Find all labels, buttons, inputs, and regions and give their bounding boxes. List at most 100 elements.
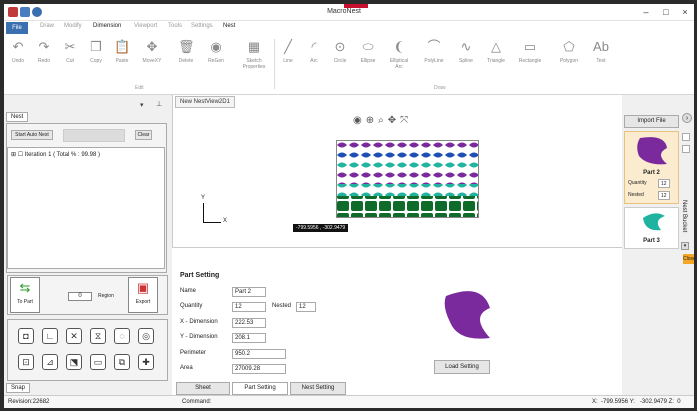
- arc-icon: ◜: [311, 39, 317, 54]
- area-field[interactable]: 27009.28: [232, 364, 286, 374]
- clear-button[interactable]: Clear: [135, 130, 152, 140]
- snap-endpoint-icon[interactable]: ◘: [18, 328, 34, 344]
- snap-quadrant-icon[interactable]: ◌: [114, 328, 130, 344]
- view-toolbar: ◉⊕⌕✥⤧: [353, 115, 412, 126]
- sketch-properties-button[interactable]: ▦ Sketch Properties: [237, 39, 271, 70]
- chevron-right-icon[interactable]: ›: [682, 113, 692, 123]
- part-2-nested[interactable]: 12: [658, 191, 670, 200]
- x-dimension-field[interactable]: 222.53: [232, 318, 266, 328]
- scroll-down-icon[interactable]: ▾: [681, 242, 689, 250]
- cursor-coordinate-tag: -799.5956 , -302.9479: [293, 224, 349, 232]
- command-label: Command:: [182, 399, 212, 405]
- start-auto-nest-button[interactable]: Start Auto Nest: [11, 130, 53, 140]
- menu-tools[interactable]: Tools: [168, 23, 182, 29]
- nest-view-canvas[interactable]: New NestView2D1 ◉⊕⌕✥⤧ -799.5956 , -302.9…: [172, 95, 622, 247]
- movexy-button[interactable]: ✥ MoveXY: [140, 39, 164, 64]
- orbit-icon[interactable]: ◉: [353, 115, 366, 126]
- part-row-teal-2: [336, 184, 479, 196]
- dropdown-icon[interactable]: ▾: [140, 101, 144, 109]
- nest-panel: ▾ ⊥ Nest Start Auto Nest Clear ⊞ ☐ Itera…: [4, 95, 172, 395]
- snap-grid-icon[interactable]: ✚: [138, 354, 154, 370]
- tab-snap[interactable]: Snap: [6, 383, 31, 393]
- spline-button[interactable]: ∿ Spline: [454, 39, 478, 64]
- maximize-icon[interactable]: □: [659, 7, 673, 17]
- regen-button[interactable]: ◉ ReGen: [204, 39, 228, 64]
- bucket-checkbox[interactable]: [682, 133, 690, 141]
- part-setting-title: Part Setting: [180, 272, 220, 279]
- paste-button[interactable]: 📋 Paste: [110, 39, 134, 64]
- cut-button[interactable]: ✂ Cut: [58, 39, 82, 64]
- info-icon[interactable]: [32, 7, 42, 17]
- tab-sheet[interactable]: Sheet: [176, 382, 230, 395]
- triangle-icon: △: [491, 39, 501, 54]
- menu-viewport[interactable]: Viewport: [134, 23, 157, 29]
- quantity-field[interactable]: 12: [232, 302, 266, 312]
- tab-nest[interactable]: Nest: [6, 112, 29, 122]
- rectangle-button[interactable]: ▭ Rectangle: [518, 39, 542, 64]
- zoom-icon[interactable]: ⌕: [378, 115, 388, 126]
- copy-button[interactable]: ❐ Copy: [84, 39, 108, 64]
- menu-dimension[interactable]: Dimension: [93, 23, 121, 29]
- export-button[interactable]: ▣ Export: [128, 277, 158, 313]
- tree-item-iteration[interactable]: ⊞ ☐ Iteration 1 ( Total % : 99.98 ): [11, 151, 100, 158]
- menu-draw[interactable]: Draw: [40, 23, 54, 29]
- pan-icon[interactable]: ✥: [388, 115, 400, 126]
- part-card-2[interactable]: Part 2 Quantity 12 Nested 12: [624, 131, 679, 204]
- circle-icon: ⊙: [334, 39, 346, 54]
- menu-file[interactable]: File: [6, 22, 28, 34]
- redo-button[interactable]: ↷ Redo: [32, 39, 56, 64]
- snap-grid: ◘ ∟ ✕ ⧖ ◌ ◎ ⊡ ⊿ ⬔ ▭ ⧉ ✚: [7, 319, 168, 381]
- menu-settings[interactable]: Settings: [191, 23, 213, 29]
- polygon-button[interactable]: ⬠ Polygon: [557, 39, 581, 64]
- elliptical-arc-button[interactable]: ❨ Elliptical Arc: [387, 39, 411, 70]
- nested-field[interactable]: 12: [296, 302, 316, 312]
- snap-node-icon[interactable]: ⊡: [18, 354, 34, 370]
- to-part-button[interactable]: ⇆ To Part: [10, 277, 40, 313]
- triangle-button[interactable]: △ Triangle: [484, 39, 508, 64]
- close-bucket-button[interactable]: Close: [683, 254, 694, 264]
- close-icon[interactable]: ×: [678, 7, 692, 17]
- snap-parallel-icon[interactable]: ⧉: [114, 354, 130, 370]
- nest-bucket-label: Nest Bucket: [681, 200, 687, 233]
- menu-nest[interactable]: Nest: [223, 23, 235, 29]
- snap-midpoint-icon[interactable]: ⧖: [90, 328, 106, 344]
- snap-center-icon[interactable]: ◎: [138, 328, 154, 344]
- part-card-3[interactable]: Part 3: [624, 207, 679, 249]
- name-field[interactable]: Part 2: [232, 287, 266, 297]
- tab-nest-setting[interactable]: Nest Setting: [290, 382, 346, 395]
- elliptical-arc-icon: ❨: [393, 39, 405, 54]
- polyline-button[interactable]: ⌒ PolyLine: [422, 39, 446, 64]
- circle-button[interactable]: ⊙ Circle: [328, 39, 352, 64]
- zoom-window-icon[interactable]: ⊕: [366, 115, 378, 126]
- snap-tangent-icon[interactable]: ⊿: [42, 354, 58, 370]
- menu-bar: File Draw Modify Dimension Viewport Tool…: [4, 21, 694, 35]
- ellipse-button[interactable]: ⬭ Ellipse: [356, 39, 380, 64]
- minimize-icon[interactable]: –: [639, 7, 653, 17]
- snap-intersection-icon[interactable]: ✕: [66, 328, 82, 344]
- perimeter-field[interactable]: 950.2: [232, 349, 286, 359]
- snap-nearest-icon[interactable]: ⬔: [66, 354, 82, 370]
- undo-button[interactable]: ↶ Undo: [6, 39, 30, 64]
- settings-icon[interactable]: [20, 7, 30, 17]
- part-2-quantity[interactable]: 12: [658, 179, 670, 188]
- arc-button[interactable]: ◜ Arc: [302, 39, 326, 64]
- pin-icon[interactable]: ⊥: [156, 100, 162, 108]
- text-button[interactable]: Ab Text: [589, 39, 613, 64]
- tab-document[interactable]: New NestView2D1: [175, 96, 235, 108]
- nested-sheet[interactable]: [336, 140, 479, 218]
- region-value[interactable]: 0: [68, 292, 92, 301]
- fit-icon[interactable]: ⤧: [400, 115, 412, 126]
- snap-extension-icon[interactable]: ▭: [90, 354, 106, 370]
- menu-modify[interactable]: Modify: [64, 23, 82, 29]
- tab-part-setting[interactable]: Part Setting: [232, 382, 288, 395]
- bucket-checkbox-2[interactable]: [682, 145, 690, 153]
- line-button[interactable]: ╱ Line: [276, 39, 300, 64]
- snap-perpendicular-icon[interactable]: ∟: [42, 328, 58, 344]
- y-dimension-field[interactable]: 208.1: [232, 333, 266, 343]
- ribbon-toolbar: ↶ Undo ↷ Redo ✂ Cut ❐ Copy 📋 Paste ✥ MoveXY 🗑 D…: [4, 35, 694, 95]
- paste-icon: 📋: [114, 39, 131, 54]
- part-row-teal: [336, 160, 479, 172]
- load-setting-button[interactable]: Load Setting: [434, 360, 490, 374]
- delete-button[interactable]: 🗑 Delete: [174, 39, 198, 64]
- import-file-button[interactable]: Import File: [624, 115, 679, 128]
